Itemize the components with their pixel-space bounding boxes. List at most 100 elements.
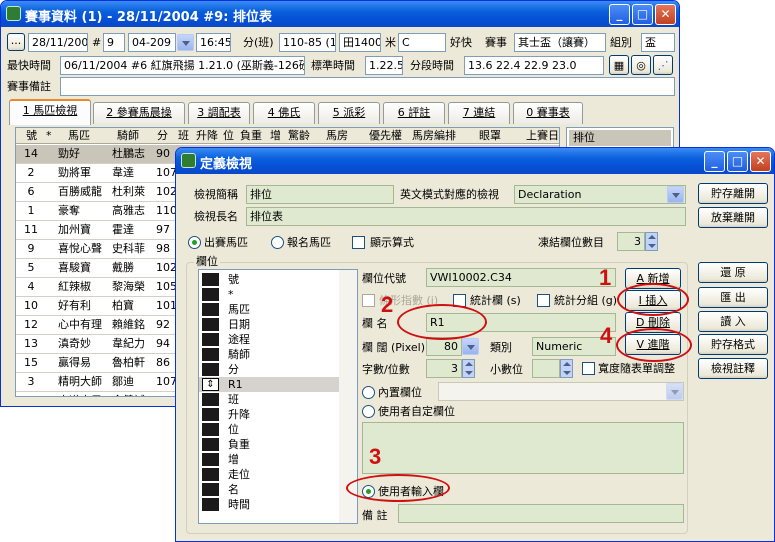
field-list-item[interactable]: 班 <box>199 392 339 407</box>
en-view-select[interactable]: Declaration <box>514 185 686 204</box>
decimals-spinner[interactable] <box>560 359 573 378</box>
discard-leave-button[interactable]: 放棄離開 <box>698 207 768 228</box>
col-stable-arr[interactable]: 馬房編排 <box>412 128 456 143</box>
col-add[interactable]: 增 <box>270 128 281 143</box>
field-code-field[interactable]: VWI10002.C34 <box>426 268 616 287</box>
col-weight[interactable]: 負重 <box>240 128 262 143</box>
race-time-field[interactable]: 16:45 <box>196 33 231 52</box>
dialog-titlebar[interactable]: 定義檢視 _ □ ✕ <box>176 148 774 174</box>
decimals-field[interactable] <box>532 359 560 378</box>
col-age[interactable]: 驚齡 <box>288 128 310 143</box>
field-list-item[interactable]: 增 <box>199 452 339 467</box>
tool-icon-3[interactable]: ⋰ <box>653 55 673 75</box>
field-list-item[interactable]: 途程 <box>199 332 339 347</box>
dialog-close-button[interactable]: ✕ <box>750 151 771 172</box>
col-no[interactable]: 號 <box>26 128 37 143</box>
col-jockey[interactable]: 騎師 <box>117 128 139 143</box>
remark-field[interactable] <box>398 504 684 523</box>
tab-race-card[interactable]: 0 賽事表 <box>513 102 583 124</box>
col-draw[interactable]: 位 <box>223 128 234 143</box>
tool-icon-2[interactable]: ◎ <box>631 55 651 75</box>
dialog-maximize-button[interactable]: □ <box>727 151 748 172</box>
col-priority[interactable]: 優先權 <box>369 128 402 143</box>
field-list-item[interactable]: 日期 <box>199 317 339 332</box>
col-last-race[interactable]: 上賽日 <box>526 128 559 143</box>
col-score[interactable]: 分 <box>157 128 168 143</box>
column-width-dropdown-icon[interactable] <box>462 338 479 355</box>
group-field[interactable]: 盃 <box>641 33 675 52</box>
digits-field[interactable]: 3 <box>426 359 462 378</box>
field-list-item[interactable]: 升降 <box>199 407 339 422</box>
field-list-item[interactable]: 時間 <box>199 497 339 512</box>
col-stable[interactable]: 馬房 <box>326 128 348 143</box>
race-code-field[interactable]: 04-209 <box>128 33 176 52</box>
minimize-button[interactable]: _ <box>609 4 630 25</box>
std-time-field[interactable]: 1.22.5 <box>365 56 403 75</box>
note-field[interactable] <box>60 77 675 96</box>
field-list-item[interactable]: 位 <box>199 422 339 437</box>
view-notes-button[interactable]: 檢視註釋 <box>698 358 768 379</box>
field-list-item[interactable]: 號 <box>199 272 339 287</box>
frozen-cols-spinner[interactable] <box>645 232 658 251</box>
field-list-item[interactable]: 走位 <box>199 467 339 482</box>
builtin-select[interactable] <box>438 382 684 401</box>
import-button[interactable]: 讀 入 <box>698 311 768 332</box>
class-range-field[interactable]: 110-85 (1) <box>279 33 336 52</box>
col-blinker[interactable]: 眼罩 <box>479 128 501 143</box>
course-field[interactable]: 田1400 <box>339 33 381 52</box>
tool-icon-1[interactable]: ▦ <box>609 55 629 75</box>
en-view-dropdown-icon[interactable] <box>667 186 684 203</box>
frozen-cols-field[interactable]: 3 <box>617 232 645 251</box>
field-list-item[interactable]: 騎師 <box>199 347 339 362</box>
auto-width-checkbox[interactable] <box>582 362 595 375</box>
view-list-item[interactable]: 排位 <box>569 130 671 146</box>
fastest-field[interactable]: 06/11/2004 #6 紅旗飛揚 1.21.0 (巫斯義-126磅) <box>60 56 305 75</box>
field-list-item[interactable]: 名 <box>199 482 339 497</box>
going-code-field[interactable]: C <box>398 33 446 52</box>
field-list-item[interactable]: 負重 <box>199 437 339 452</box>
radio-custom[interactable] <box>362 405 375 418</box>
tab-fo[interactable]: 4 佛氏 <box>253 102 315 124</box>
tab-allocation[interactable]: 3 調配表 <box>188 102 250 124</box>
split-field[interactable]: 13.6 22.4 22.9 23.0 <box>464 56 604 75</box>
show-formula-checkbox[interactable] <box>352 236 365 249</box>
tab-dividend[interactable]: 5 派彩 <box>318 102 380 124</box>
export-button[interactable]: 匯 出 <box>698 287 768 308</box>
field-list-item[interactable]: 分 <box>199 362 339 377</box>
restore-button[interactable]: 還 原 <box>698 262 768 283</box>
custom-formula-area[interactable] <box>362 422 684 474</box>
radio-builtin[interactable] <box>362 386 375 399</box>
col-class[interactable]: 班 <box>178 128 189 143</box>
main-titlebar[interactable]: 賽事資料 (1) - 28/11/2004 #9: 排位表 _ □ ✕ <box>1 1 679 27</box>
tab-comment[interactable]: 6 評註 <box>383 102 445 124</box>
save-leave-button[interactable]: 貯存離開 <box>698 183 768 204</box>
stats-group-checkbox[interactable] <box>537 294 550 307</box>
builtin-dropdown-icon[interactable] <box>666 383 683 400</box>
tab-horse-view[interactable]: 1 馬匹檢視 <box>9 99 91 125</box>
tab-links[interactable]: 7 連結 <box>448 102 510 124</box>
browse-button[interactable]: ... <box>7 33 25 51</box>
field-list-item[interactable]: ⇕ R1 <box>199 377 339 392</box>
race-no-field[interactable]: 9 <box>103 33 125 52</box>
close-button[interactable]: ✕ <box>655 4 676 25</box>
dialog-minimize-button[interactable]: _ <box>704 151 725 172</box>
col-updown[interactable]: 升降 <box>196 128 218 143</box>
field-list-item[interactable]: 馬匹 <box>199 302 339 317</box>
race-code-dropdown-icon[interactable] <box>177 34 194 51</box>
long-name-field[interactable]: 排位表 <box>246 207 686 226</box>
field-list-item[interactable]: * <box>199 287 339 302</box>
maximize-button[interactable]: □ <box>632 4 653 25</box>
race-date-field[interactable]: 28/11/2004 <box>28 33 88 52</box>
col-horse[interactable]: 馬匹 <box>68 128 90 143</box>
tab-morning-track[interactable]: 2 參賽馬晨操 <box>93 102 185 124</box>
radio-runners[interactable] <box>188 236 201 249</box>
color-index-checkbox[interactable] <box>362 294 375 307</box>
event-field[interactable]: 其士盃（讓賽） <box>514 33 606 52</box>
col-star[interactable]: * <box>46 128 52 143</box>
cell-score: 94 <box>156 337 170 350</box>
short-name-field[interactable]: 排位 <box>246 185 394 204</box>
digits-spinner[interactable] <box>462 359 475 378</box>
radio-entries[interactable] <box>271 236 284 249</box>
save-format-button[interactable]: 貯存格式 <box>698 334 768 355</box>
cell-no: 13 <box>24 337 38 350</box>
